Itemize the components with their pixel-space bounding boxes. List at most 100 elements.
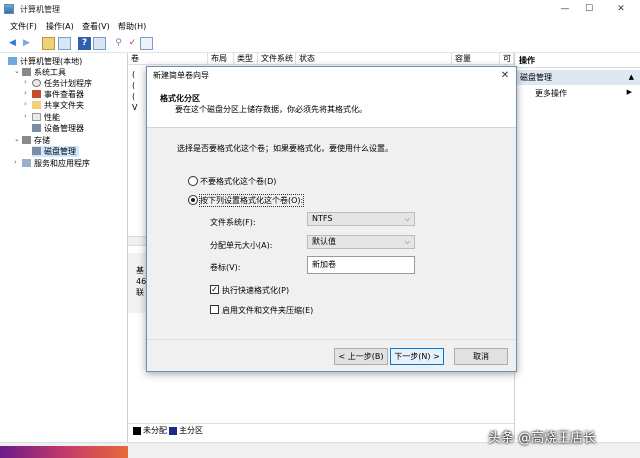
tree-item-root[interactable]: 计算机管理(本地) — [8, 56, 82, 67]
dialog-header: 格式化分区 要在这个磁盘分区上储存数据，你必须先将其格式化。 — [147, 86, 516, 128]
column-status[interactable]: 状态 — [296, 53, 452, 65]
collapse-up-icon[interactable]: ▲ — [629, 73, 634, 81]
quick-format-label[interactable]: 执行快速格式化(P) — [222, 285, 289, 296]
column-filesystem[interactable]: 文件系统 — [258, 53, 296, 65]
chevron-right-icon[interactable]: › — [24, 112, 27, 120]
radio-no-format[interactable] — [188, 176, 198, 186]
filesystem-select[interactable]: NTFS ⌵ — [307, 212, 415, 226]
tree-item-services-apps[interactable]: 服务和应用程序 — [22, 158, 90, 169]
connect-icon[interactable]: ⚲ — [112, 37, 125, 50]
chevron-right-icon[interactable]: › — [24, 100, 27, 108]
desktop-wallpaper-strip — [0, 446, 128, 458]
list-view-icon[interactable] — [140, 37, 153, 50]
tree-item-storage[interactable]: 存储 — [22, 135, 50, 146]
actions-header: 操作 — [515, 54, 640, 68]
primary-swatch — [169, 427, 177, 435]
clock-icon — [32, 79, 41, 87]
cancel-button[interactable]: 取消 — [454, 348, 508, 365]
filesystem-label: 文件系统(F): — [210, 218, 256, 227]
tree-item-system-tools[interactable]: 系统工具 — [22, 67, 66, 78]
volume-label-input[interactable]: 新加卷 — [307, 256, 415, 274]
column-volume[interactable]: 卷 — [128, 53, 208, 65]
show-hide-tree-icon[interactable] — [58, 37, 71, 50]
tools-icon — [22, 68, 31, 76]
volume-row[interactable]: ( — [132, 80, 137, 91]
back-button[interactable]: < 上一步(B) — [334, 348, 388, 365]
dialog-heading: 格式化分区 — [160, 94, 200, 103]
tree-item-task-scheduler[interactable]: 任务计划程序 — [32, 78, 92, 89]
event-viewer-icon — [32, 90, 41, 98]
legend-primary: 主分区 — [179, 426, 203, 435]
title-bar: 计算机管理 — ☐ ✕ — [0, 0, 640, 18]
compression-checkbox[interactable] — [210, 305, 219, 314]
chevron-down-icon: ⌵ — [404, 238, 410, 246]
dialog-close-button[interactable]: ✕ — [498, 69, 512, 83]
navigation-tree: 计算机管理(本地) ⌄ 系统工具 › 任务计划程序 › 事件查看器 › 共享文件… — [0, 53, 128, 442]
watermark: 头条 @高烧王店长 — [488, 431, 597, 446]
device-manager-icon — [32, 124, 41, 132]
tree-item-disk-management[interactable]: 磁盘管理 — [32, 146, 79, 157]
check-icon[interactable]: ✓ — [126, 37, 139, 50]
next-button[interactable]: 下一步(N) > — [390, 348, 444, 365]
help-icon[interactable]: ? — [78, 37, 91, 50]
chevron-right-icon[interactable]: › — [24, 78, 27, 86]
disk-legend: 未分配 主分区 — [128, 423, 514, 437]
radio-format-label[interactable]: 按下列设置格式化这个卷(O): — [198, 194, 305, 207]
shared-folder-icon — [32, 101, 41, 109]
properties-icon[interactable] — [93, 37, 106, 50]
computer-management-icon — [4, 4, 14, 14]
tree-item-device-manager[interactable]: 设备管理器 — [32, 123, 84, 134]
volume-list-rows: ( ( ( V — [132, 69, 137, 113]
forward-arrow-icon[interactable]: ▶ — [20, 37, 33, 50]
volume-row[interactable]: ( — [132, 69, 137, 80]
allocation-unit-value: 默认值 — [312, 237, 336, 246]
chevron-down-icon[interactable]: ⌄ — [14, 135, 20, 143]
allocation-unit-label: 分配单元大小(A): — [210, 241, 273, 250]
tree-item-shared-folders[interactable]: 共享文件夹 — [32, 100, 84, 111]
services-icon — [22, 159, 31, 167]
column-free[interactable]: 可 — [500, 53, 514, 65]
menu-help[interactable]: 帮助(H) — [118, 21, 146, 32]
unallocated-swatch — [133, 427, 141, 435]
volume-row[interactable]: ( — [132, 91, 137, 102]
format-question: 选择是否要格式化这个卷；如果要格式化，要使用什么设置。 — [177, 144, 393, 153]
window-title: 计算机管理 — [20, 5, 60, 14]
chevron-right-icon[interactable]: › — [14, 158, 17, 166]
back-arrow-icon[interactable]: ◀ — [6, 37, 19, 50]
menu-file[interactable]: 文件(F) — [10, 21, 37, 32]
close-button[interactable]: ✕ — [606, 2, 636, 16]
allocation-unit-select[interactable]: 默认值 ⌵ — [307, 235, 415, 249]
toolbar: ◀ ▶ ? ⚲ ✓ — [0, 34, 640, 53]
menu-view[interactable]: 查看(V) — [82, 21, 110, 32]
chevron-down-icon[interactable]: ⌄ — [14, 67, 20, 75]
volume-label-label: 卷标(V): — [210, 263, 241, 272]
menu-bar: 文件(F) 操作(A) 查看(V) 帮助(H) — [0, 18, 640, 34]
disk-icon — [32, 147, 41, 155]
radio-format[interactable] — [188, 195, 198, 205]
maximize-button[interactable]: ☐ — [574, 2, 604, 16]
radio-no-format-label[interactable]: 不要格式化这个卷(D) — [200, 176, 276, 187]
chevron-down-icon: ⌵ — [404, 215, 410, 223]
chevron-right-icon[interactable]: › — [24, 89, 27, 97]
actions-section-disk-management[interactable]: 磁盘管理 — [515, 70, 640, 85]
column-layout[interactable]: 布局 — [208, 53, 234, 65]
compression-label[interactable]: 启用文件和文件夹压缩(E) — [222, 305, 313, 316]
storage-icon — [22, 136, 31, 144]
menu-action[interactable]: 操作(A) — [46, 21, 74, 32]
dialog-title: 新建简单卷向导 — [147, 67, 516, 85]
more-actions-link[interactable]: 更多操作 — [535, 88, 567, 99]
quick-format-checkbox[interactable]: ✓ — [210, 285, 219, 294]
performance-icon — [32, 113, 41, 121]
tree-item-event-viewer[interactable]: 事件查看器 — [32, 89, 84, 100]
volume-row[interactable]: V — [132, 102, 137, 113]
legend-unallocated: 未分配 — [143, 426, 167, 435]
tree-item-performance[interactable]: 性能 — [32, 112, 60, 123]
column-capacity[interactable]: 容量 — [452, 53, 500, 65]
dialog-footer: < 上一步(B) 下一步(N) > 取消 — [147, 339, 516, 371]
dialog-body: 选择是否要格式化这个卷；如果要格式化，要使用什么设置。 不要格式化这个卷(D) … — [147, 128, 516, 339]
folder-up-icon[interactable] — [42, 37, 55, 50]
actions-pane: 操作 磁盘管理 ▲ 更多操作 ▶ — [514, 53, 640, 442]
column-type[interactable]: 类型 — [234, 53, 258, 65]
chevron-right-icon[interactable]: ▶ — [627, 88, 632, 96]
computer-icon — [8, 57, 17, 65]
